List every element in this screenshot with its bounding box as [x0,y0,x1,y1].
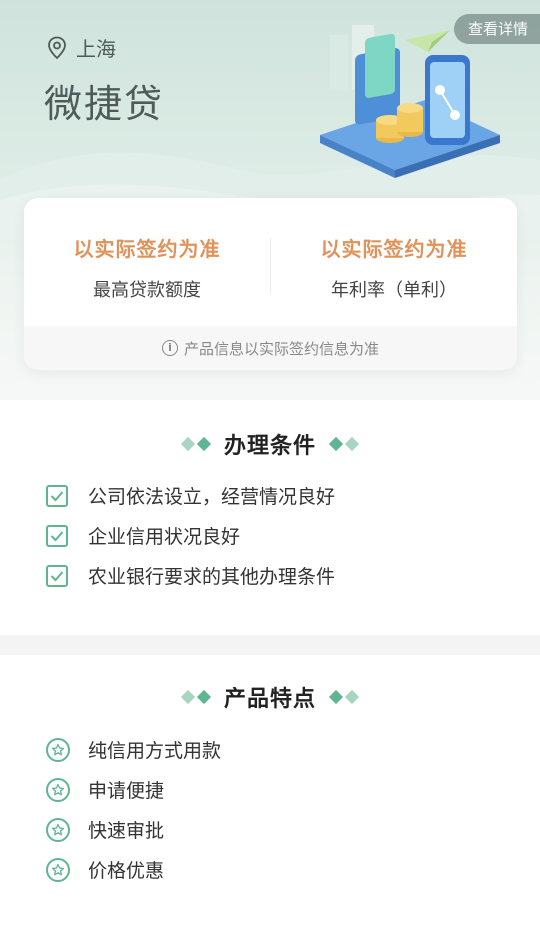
condition-item: 企业信用状况良好 [46,522,240,549]
feature-text: 快速审批 [88,820,165,842]
diamond-decoration-right [328,689,360,705]
condition-text: 农业银行要求的其他办理条件 [88,566,336,588]
finance-illustration [320,25,500,178]
max-loan-amount-value: 以实际签约为准 [73,237,221,261]
checkbox-checked-icon [46,484,68,507]
location-label: 上海 [76,37,116,61]
feature-item: 价格优惠 [46,856,164,883]
feature-item: 申请便捷 [46,776,164,803]
diamond-decoration-right [328,436,360,452]
disclaimer-text: 产品信息以实际签约信息为准 [183,339,379,358]
card-disclaimer: i 产品信息以实际签约信息为准 [24,326,517,370]
conditions-header: 办理条件 [0,428,540,460]
diamond-decoration-left [180,436,212,452]
info-circle-icon: i [161,340,178,356]
max-loan-amount-label: 最高贷款额度 [93,280,201,301]
annual-rate-stat: 以实际签约为准 年利率（单利） [271,198,517,328]
max-loan-amount-stat: 以实际签约为准 最高贷款额度 [24,198,270,328]
checkbox-checked-icon [46,524,68,547]
product-title: 微捷贷 [44,82,165,126]
feature-text: 申请便捷 [88,780,165,802]
features-section: 产品特点 纯信用方式用款 申请便捷 快速审批 价格优惠 [0,655,540,933]
star-circle-icon [46,777,70,802]
features-header: 产品特点 [0,681,540,713]
location-selector[interactable]: 上海 [46,33,116,62]
annual-rate-label: 年利率（单利） [331,280,457,301]
conditions-title: 办理条件 [223,434,316,459]
condition-text: 公司依法设立，经营情况良好 [88,486,336,508]
feature-text: 纯信用方式用款 [88,740,222,762]
feature-text: 价格优惠 [88,860,165,882]
star-circle-icon [46,737,70,762]
star-circle-icon [46,857,70,882]
feature-item: 快速审批 [46,816,164,843]
checkbox-checked-icon [46,564,68,587]
star-circle-icon [46,817,70,842]
annual-rate-value: 以实际签约为准 [320,237,468,261]
loan-info-card: 以实际签约为准 最高贷款额度 以实际签约为准 年利率（单利） i 产品信息以实际… [24,198,517,370]
features-title: 产品特点 [223,687,316,712]
condition-text: 企业信用状况良好 [88,526,241,548]
feature-item: 纯信用方式用款 [46,736,221,763]
conditions-section: 办理条件 公司依法设立，经营情况良好 企业信用状况良好 农业银行要求的其他办理条… [0,400,540,635]
condition-item: 农业银行要求的其他办理条件 [46,562,335,589]
location-pin-icon [48,36,66,59]
condition-item: 公司依法设立，经营情况良好 [46,482,335,509]
diamond-decoration-left [180,689,212,705]
